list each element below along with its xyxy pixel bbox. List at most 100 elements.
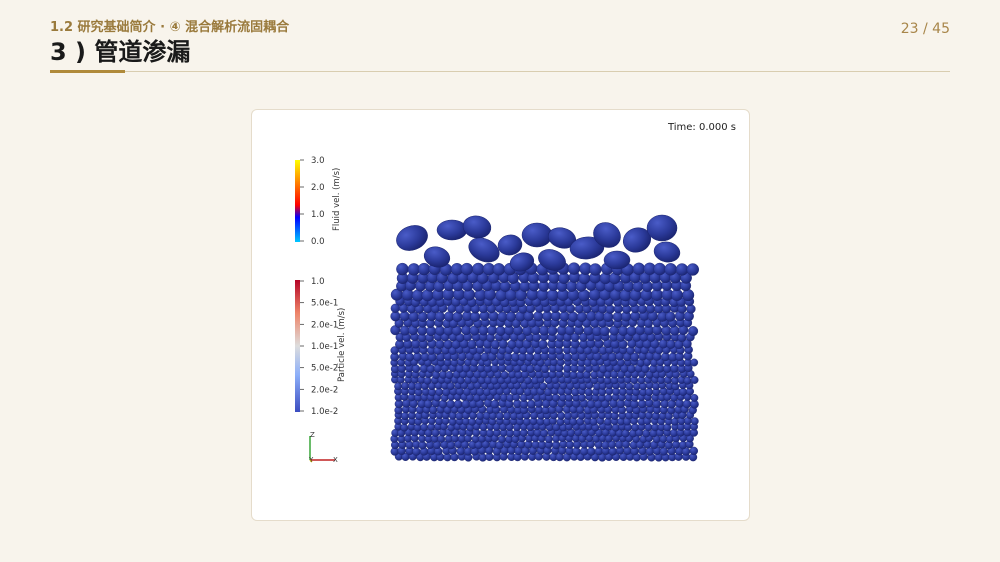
stone-particle xyxy=(396,225,428,251)
particle xyxy=(414,382,423,391)
particle xyxy=(625,382,634,391)
title-accent-bar xyxy=(50,70,125,73)
particle xyxy=(637,304,648,314)
particle-colorbar-gradient xyxy=(295,280,300,412)
fluid-colorbar-tick-label: 2.0 xyxy=(311,183,325,193)
particle xyxy=(540,429,549,438)
particle-colorbar-tick-label: 5.0e-2 xyxy=(311,364,338,374)
particle-colorbar-title: Particle vel. (m/s) xyxy=(337,308,347,382)
particle xyxy=(411,364,421,373)
particle-colorbar-tick-label: 2.0e-2 xyxy=(311,385,338,395)
particle xyxy=(460,262,474,276)
particle xyxy=(653,262,666,276)
particle xyxy=(399,311,410,322)
particle xyxy=(485,429,494,438)
particle xyxy=(400,423,409,432)
particle xyxy=(394,382,403,391)
particle xyxy=(690,358,699,367)
viewer-canvas: 3.0 2.0 1.0 0.0 Fluid vel. (m/s) 1.0 5.0e-1 2… xyxy=(295,156,699,464)
particle xyxy=(626,325,637,336)
particle xyxy=(551,393,560,402)
particle xyxy=(547,325,558,336)
particle-colorbar-tick-label: 1.0 xyxy=(311,277,325,287)
particle xyxy=(413,352,422,362)
x-axis-label: X xyxy=(333,456,338,464)
particle xyxy=(490,399,500,409)
particle xyxy=(538,339,548,349)
particle xyxy=(683,376,692,385)
fluid-colorbar-tick-label: 0.0 xyxy=(311,237,325,247)
particle xyxy=(497,311,508,323)
particle xyxy=(437,434,446,443)
stone-particle xyxy=(603,250,631,270)
particle xyxy=(568,311,579,322)
particle-velocity-colorbar: 1.05.0e-12.0e-11.0e-15.0e-22.0e-21.0e-2 … xyxy=(295,277,347,417)
fluid-colorbar-title: Fluid vel. (m/s) xyxy=(332,168,342,231)
particle xyxy=(631,423,640,432)
particle xyxy=(576,311,588,323)
particle xyxy=(688,326,699,337)
stone-particle xyxy=(653,241,681,263)
fluid-colorbar-gradient xyxy=(295,160,300,242)
particle xyxy=(467,339,477,350)
particle xyxy=(423,376,432,385)
title-divider xyxy=(50,71,950,72)
particle xyxy=(453,399,463,409)
particle xyxy=(434,311,446,322)
particle xyxy=(605,304,615,314)
particle xyxy=(686,263,699,276)
particle xyxy=(396,262,409,276)
particle xyxy=(412,447,421,456)
particle xyxy=(526,364,535,373)
particle-colorbar-tick-label: 5.0e-1 xyxy=(311,299,338,309)
page-title: 3 ) 管道渗漏 xyxy=(50,38,191,66)
particle xyxy=(690,417,699,426)
particle xyxy=(539,382,548,391)
particle xyxy=(632,262,646,276)
stone-particle xyxy=(521,222,553,248)
particle xyxy=(445,371,454,380)
particle xyxy=(405,352,415,362)
particle xyxy=(487,325,498,336)
particle xyxy=(546,289,559,302)
particle-colorbar-tick-label: 1.0e-2 xyxy=(311,407,338,417)
stone-particle xyxy=(436,219,468,241)
particle xyxy=(604,393,613,402)
particle xyxy=(689,446,698,456)
particle xyxy=(527,399,536,409)
particle xyxy=(661,325,672,336)
particle xyxy=(533,311,544,322)
page-number: 23 / 45 xyxy=(900,21,950,37)
particle xyxy=(563,352,573,362)
particle xyxy=(607,352,617,362)
particle xyxy=(435,339,445,349)
fluid-colorbar-tick-label: 3.0 xyxy=(311,156,325,166)
particle xyxy=(544,435,553,444)
y-axis-label: Y xyxy=(308,456,314,464)
stone-particle xyxy=(646,214,678,242)
particle xyxy=(644,423,653,432)
particle xyxy=(679,387,688,396)
particle xyxy=(675,263,689,276)
stone-particle xyxy=(468,237,500,263)
particle xyxy=(492,263,506,276)
particle xyxy=(589,417,598,426)
particle-colorbar-tick-label: 1.0e-1 xyxy=(311,342,338,352)
particle xyxy=(645,388,654,397)
particle xyxy=(682,399,692,409)
simulation-viewer[interactable]: Time: 0.000 s 3.0 2.0 1.0 0.0 Fluid vel.… xyxy=(251,109,750,521)
particle xyxy=(417,262,431,276)
particle xyxy=(435,388,444,397)
fluid-velocity-colorbar: 3.0 2.0 1.0 0.0 Fluid vel. (m/s) xyxy=(295,156,342,247)
particle xyxy=(495,325,506,336)
particle xyxy=(505,311,517,322)
particle xyxy=(569,417,578,426)
stone-particle xyxy=(462,215,492,239)
particle xyxy=(400,412,409,421)
particle xyxy=(567,262,581,275)
particle xyxy=(682,289,695,302)
particle xyxy=(434,325,445,336)
z-axis-label: Z xyxy=(310,431,315,439)
particle xyxy=(584,388,593,397)
particle xyxy=(500,371,509,380)
